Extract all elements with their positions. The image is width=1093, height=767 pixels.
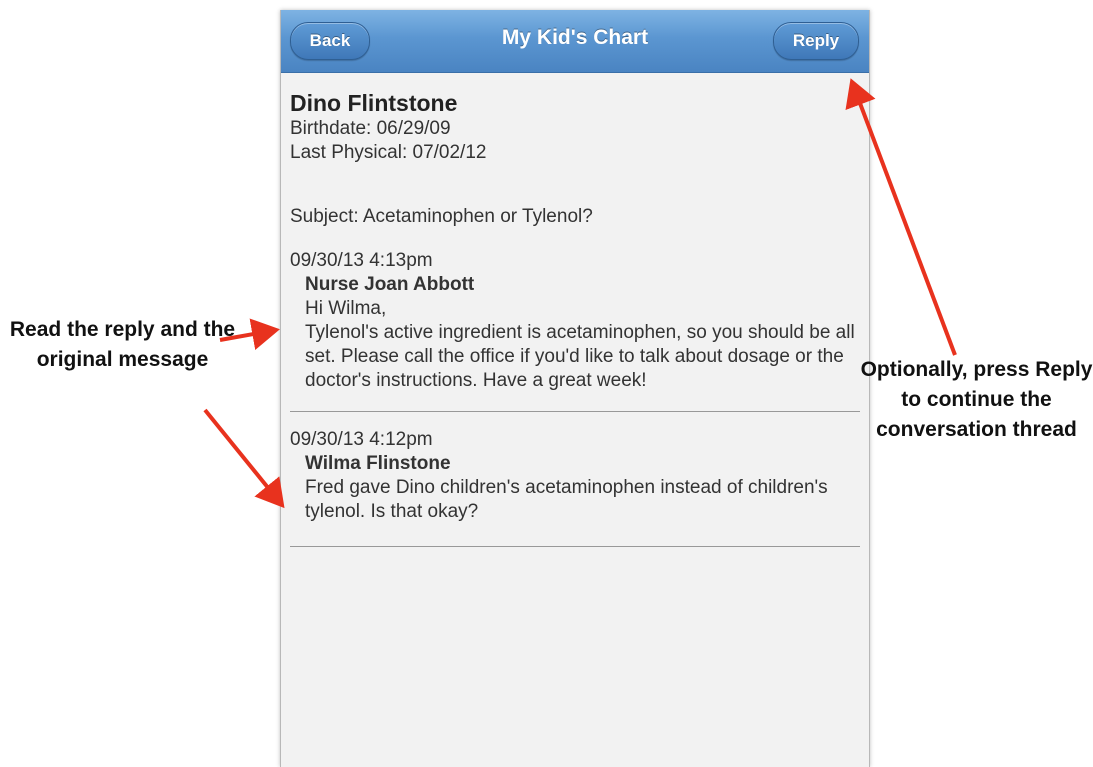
arrow-to-reply-text — [219, 318, 280, 350]
arrow-to-reply-button — [845, 78, 957, 356]
arrow-to-original-message — [203, 408, 285, 509]
annotation-arrows — [203, 78, 957, 509]
